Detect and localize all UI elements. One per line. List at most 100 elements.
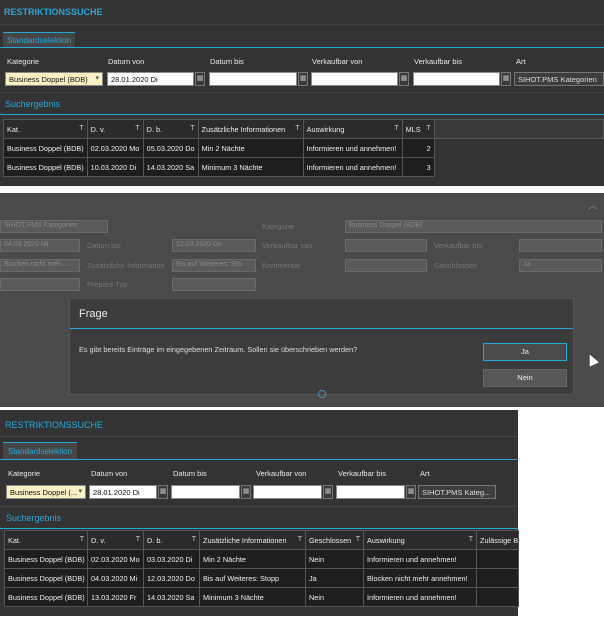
verkaufbar-von-label: Verkaufbar von — [312, 57, 363, 66]
column-header-auswirkung[interactable]: Auswirkung T — [363, 530, 477, 550]
column-header-empty — [433, 119, 604, 139]
verkaufbar-bis-input[interactable] — [336, 485, 405, 499]
cell-auswirkung: Blocken nicht mehr annehmen! — [363, 568, 477, 588]
cell-dv: 10.03.2020 Di — [86, 157, 144, 177]
kategorie-select[interactable]: Business Doppel (... ▾ — [6, 485, 86, 499]
filter-icon[interactable]: T — [394, 125, 398, 132]
column-header-geschlossen[interactable]: Geschlossen T — [305, 530, 364, 550]
calendar-icon[interactable]: ▦ — [158, 485, 168, 499]
chevron-down-icon[interactable]: ▾ — [78, 487, 82, 495]
column-header-kat[interactable]: Kat. T — [3, 119, 88, 139]
kategorie-label: Kategorie — [8, 469, 41, 478]
filter-icon[interactable]: T — [426, 125, 430, 132]
verkaufbar-bis-label: Verkaufbar bis — [414, 57, 462, 66]
cell-zulaessige — [476, 568, 519, 588]
column-header-zulaessige[interactable]: Zulässige B — [476, 530, 519, 550]
filter-icon[interactable]: T — [79, 125, 83, 132]
column-header-mls[interactable]: MLS T — [401, 119, 435, 139]
datum-bis-input[interactable] — [171, 485, 240, 499]
column-header-zusatz[interactable]: Zusätzliche Informationen T — [199, 530, 306, 550]
calendar-icon[interactable]: ▦ — [399, 72, 409, 86]
cell-db: 14.03.2020 Sa — [142, 157, 199, 177]
tab-divider — [0, 47, 604, 48]
column-header-dv[interactable]: D. v. T — [87, 530, 144, 550]
filter-icon[interactable]: T — [295, 125, 299, 132]
verkaufbar-von-input[interactable] — [311, 72, 398, 86]
filter-icon[interactable]: T — [298, 536, 302, 543]
cell-kat: Business Doppel (BDB) — [4, 587, 88, 607]
page-title: RESTRIKTIONSSUCHE — [5, 420, 104, 430]
results-divider — [0, 114, 604, 115]
cell-kat: Business Doppel (BDB) — [3, 138, 88, 158]
art-select[interactable]: SIHOT.PMS Kateg... — [418, 485, 496, 499]
filter-icon[interactable]: T — [135, 125, 139, 132]
verkaufbar-von-label-dimmed: Verkaufbar von — [262, 241, 313, 250]
filter-icon[interactable]: T — [469, 536, 473, 543]
column-header-db[interactable]: D. b. T — [143, 530, 200, 550]
table-row[interactable]: Business Doppel (BDB) 02.03.2020 Mo 03.0… — [4, 549, 519, 569]
table-row[interactable]: Business Doppel (BDB) 04.03.2020 Mi 12.0… — [4, 568, 519, 588]
auswirkung-field-dimmed: Blocken nicht meh... — [0, 259, 80, 272]
calendar-icon[interactable]: ▦ — [195, 72, 205, 86]
datum-von-input[interactable]: 28.01.2020 Di — [107, 72, 194, 86]
chevron-up-icon[interactable]: ︿ — [588, 197, 598, 212]
tab-standardselektion[interactable]: Standardselektion — [3, 442, 78, 460]
table-row[interactable]: Business Doppel (BDB) 10.03.2020 Di 14.0… — [3, 157, 604, 177]
cell-geschlossen: Nein — [305, 549, 364, 569]
cell-auswirkung: Informieren und annehmen! — [302, 157, 403, 177]
verkaufbar-bis-field-dimmed — [519, 239, 602, 252]
title-divider — [0, 436, 518, 437]
table-row[interactable]: Business Doppel (BDB) 02.03.2020 Mo 05.0… — [3, 138, 604, 158]
filter-icon[interactable]: T — [190, 125, 194, 132]
column-header-auswirkung[interactable]: Auswirkung T — [302, 119, 403, 139]
tab-standardselektion[interactable]: Standardselektion — [3, 32, 76, 48]
art-select[interactable]: SIHOT.PMS Kategorien — [514, 72, 604, 86]
filter-icon[interactable]: T — [136, 536, 140, 543]
kategorie-select[interactable]: Business Doppel (BDB) ▾ — [5, 72, 103, 86]
datum-bis-input[interactable] — [209, 72, 297, 86]
datum-von-input[interactable]: 28.01.2020 Di — [89, 485, 157, 499]
verkaufbar-bis-input[interactable] — [413, 72, 500, 86]
column-label: Geschlossen — [309, 535, 352, 545]
calendar-icon[interactable]: ▦ — [501, 72, 511, 86]
calendar-icon[interactable]: ▦ — [406, 485, 416, 499]
calendar-icon[interactable]: ▦ — [323, 485, 333, 499]
column-header-kat[interactable]: Kat. T — [4, 530, 88, 550]
column-label: Zulässige B — [480, 535, 519, 545]
verkaufbar-von-input[interactable] — [253, 485, 322, 499]
filter-icon[interactable]: T — [80, 536, 84, 543]
column-label: D. v. — [90, 124, 106, 134]
filter-icon[interactable]: T — [192, 536, 196, 543]
cell-dv: 02.03.2020 Mo — [86, 138, 144, 158]
date-from-field-dimmed: 04.03.2020 Mi — [0, 239, 80, 252]
table-header-row: Kat. T D. v. T D. b. T Zusätzliche Informat… — [4, 530, 519, 550]
cell-auswirkung: Informieren und annehmen! — [363, 587, 477, 607]
datum-von-label: Datum von — [108, 57, 145, 66]
column-label: Auswirkung — [367, 535, 405, 545]
column-header-zusatz[interactable]: Zusätzliche Informationen T — [197, 119, 304, 139]
verkaufbar-bis-label-dimmed: Verkaufbar bis — [434, 241, 482, 250]
column-label: MLS — [405, 124, 421, 134]
calendar-icon[interactable]: ▦ — [241, 485, 251, 499]
column-header-dv[interactable]: D. v. T — [86, 119, 144, 139]
cell-zusatz: Minimum 3 Nächte — [199, 587, 306, 607]
calendar-icon[interactable]: ▦ — [298, 72, 308, 86]
cell-geschlossen: Nein — [305, 587, 364, 607]
cell-zulaessige — [476, 549, 519, 569]
page-title: RESTRIKTIONSSUCHE — [4, 7, 103, 17]
chevron-down-icon[interactable]: ▾ — [95, 74, 99, 82]
cell-auswirkung: Informieren und annehmen! — [302, 138, 403, 158]
table-row[interactable]: Business Doppel (BDB) 13.03.2020 Fr 14.0… — [4, 587, 519, 607]
no-button[interactable]: Nein — [483, 369, 567, 387]
kategorie-field-dimmed: Business Doppel (BDB) — [345, 220, 602, 233]
cell-mls: 2 — [401, 138, 435, 158]
table-header-row: Kat. T D. v. T D. b. T Zusätzliche Informat… — [3, 119, 604, 139]
column-header-db[interactable]: D. b. T — [142, 119, 199, 139]
results-divider — [0, 528, 518, 529]
yes-button[interactable]: Ja — [483, 343, 567, 361]
filter-icon[interactable]: T — [356, 536, 360, 543]
cell-db: 05.03.2020 Do — [142, 138, 199, 158]
datum-von-label: Datum von — [91, 469, 128, 478]
column-label: D. b. — [146, 124, 163, 134]
bottom-panel: RESTRIKTIONSSUCHE Standardselektion Kate… — [0, 410, 519, 616]
